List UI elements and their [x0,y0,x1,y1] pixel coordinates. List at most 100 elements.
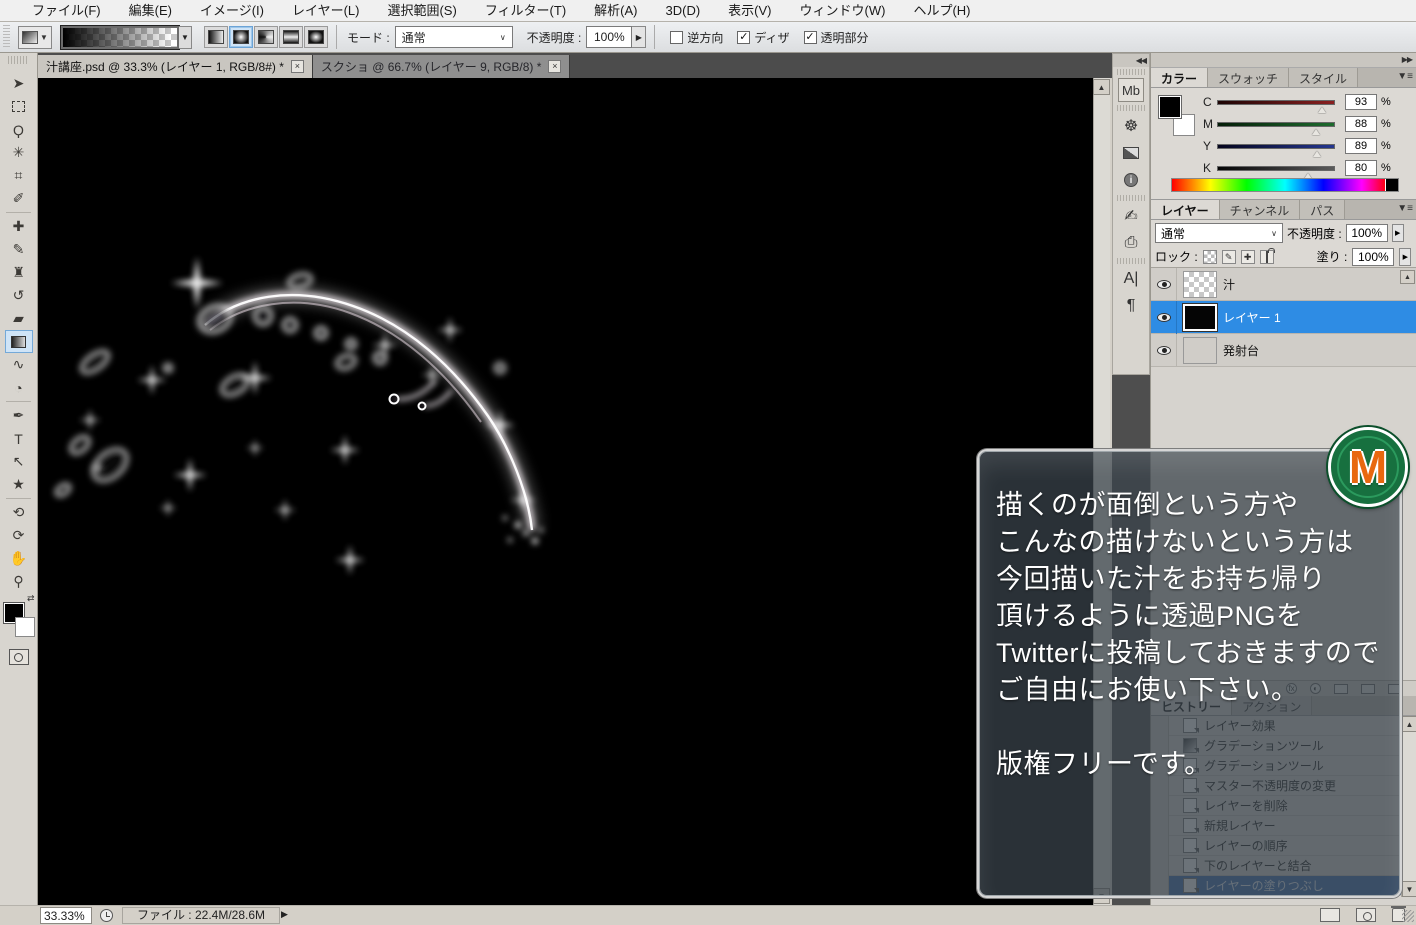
histogram-panel-icon[interactable] [1118,141,1144,165]
history-scrollbar[interactable]: ▲ ▼ [1401,716,1416,897]
zoom-level-input[interactable]: 33.33% [40,907,92,924]
tab-styles[interactable]: スタイル [1289,68,1358,87]
blend-mode-select[interactable]: 通常 ∨ [395,26,513,48]
menu-layer[interactable]: レイヤー(L) [278,0,374,22]
menu-analysis[interactable]: 解析(A) [580,0,651,22]
clone-source-panel-icon[interactable]: ⎙ [1118,231,1144,255]
dock-grip[interactable] [1117,195,1145,201]
menu-select[interactable]: 選択範囲(S) [373,0,470,22]
foreground-color-swatch[interactable] [1159,96,1181,118]
status-options-arrow[interactable]: ▶ [281,909,288,920]
tab-color[interactable]: カラー [1151,68,1208,87]
transparency-checkbox[interactable]: ✓ [804,31,817,44]
close-icon[interactable]: × [291,60,304,73]
layer-row-juice[interactable]: 汁 [1151,268,1416,301]
canvas[interactable] [38,78,1093,905]
layer-fill-input[interactable]: 100% [1352,248,1394,266]
history-brush-tool[interactable]: ↺ [5,284,33,307]
healing-brush-tool[interactable]: ✚ [5,215,33,238]
menu-edit[interactable]: 編集(E) [115,0,186,22]
cyan-slider-thumb[interactable] [1318,107,1326,113]
reverse-checkbox[interactable] [670,31,683,44]
eraser-tool[interactable]: ▰ [5,307,33,330]
opacity-slider-arrow[interactable]: ▶ [632,26,646,48]
smudge-tool[interactable]: ∿ [5,353,33,376]
layer-blend-mode-select[interactable]: 通常 ∨ [1155,223,1283,243]
visibility-cell[interactable] [1151,268,1177,301]
menu-3d[interactable]: 3D(D) [652,0,715,22]
menu-view[interactable]: 表示(V) [714,0,785,22]
marquee-tool[interactable] [5,95,33,118]
scroll-up-button[interactable]: ▲ [1093,79,1110,95]
cyan-value[interactable]: 93 [1345,94,1377,110]
visibility-cell[interactable] [1151,334,1177,367]
zoom-tool[interactable]: ⚲ [5,570,33,593]
dock-grip[interactable] [1117,69,1145,75]
options-bar-grip[interactable] [3,25,10,49]
linear-gradient-button[interactable] [204,26,228,48]
gradient-preview[interactable] [61,26,179,49]
toolbar-grip[interactable] [8,56,29,64]
magic-wand-tool[interactable]: ✳ [5,141,33,164]
panel-menu-icon[interactable]: ▼≡ [1397,71,1413,82]
reverse-checkbox-group[interactable]: 逆方向 [670,29,723,46]
new-snapshot-button[interactable] [1356,908,1376,922]
collapse-panels-button[interactable]: ▶▶ [1151,53,1416,68]
tab-swatches[interactable]: スウォッチ [1208,68,1289,87]
brush-tool[interactable]: ✎ [5,238,33,261]
panel-menu-icon[interactable]: ▼≡ [1397,203,1413,214]
color-spectrum-ramp[interactable] [1171,178,1399,192]
window-resize-grip[interactable] [1402,910,1414,922]
document-tab-inactive[interactable]: スクショ @ 66.7% (レイヤー 9, RGB/8) * × [313,55,571,78]
menu-window[interactable]: ウィンドウ(W) [786,0,900,22]
eyedropper-tool[interactable]: ✐ [5,187,33,210]
navigator-panel-icon[interactable]: ☸ [1118,114,1144,138]
clone-stamp-tool[interactable]: ♜ [5,261,33,284]
close-icon[interactable]: × [548,60,561,73]
layer-opacity-arrow[interactable]: ▶ [1392,224,1404,242]
dock-grip[interactable] [1117,105,1145,111]
scroll-up-button[interactable]: ▲ [1402,716,1416,732]
layer-row-layer1-selected[interactable]: レイヤー 1 [1151,301,1416,334]
paragraph-panel-icon[interactable]: ¶ [1118,294,1144,318]
swap-colors-icon[interactable]: ⇄ [27,593,35,604]
yellow-value[interactable]: 89 [1345,138,1377,154]
opacity-input[interactable]: 100% [586,26,632,48]
black-value[interactable]: 80 [1345,160,1377,176]
magenta-slider[interactable] [1217,122,1335,127]
magenta-value[interactable]: 88 [1345,116,1377,132]
layer-thumbnail[interactable] [1183,271,1217,298]
angle-gradient-button[interactable] [254,26,278,48]
3d-rotate-tool[interactable]: ⟲ [5,501,33,524]
menu-image[interactable]: イメージ(I) [186,0,278,22]
path-selection-tool[interactable]: ↖ [5,450,33,473]
quick-mask-button[interactable] [9,649,29,665]
radial-gradient-button[interactable] [229,26,253,48]
tab-layers[interactable]: レイヤー [1151,200,1220,219]
lock-transparency-icon[interactable] [1203,250,1217,264]
info-panel-icon[interactable]: i [1118,168,1144,192]
black-slider[interactable] [1217,166,1335,171]
tool-presets-panel-icon[interactable]: ✍ [1118,204,1144,228]
tool-preset-picker[interactable]: ▼ [18,26,52,49]
crop-tool[interactable]: ⌗ [5,164,33,187]
lock-all-icon[interactable] [1260,250,1274,264]
mini-bridge-panel-icon[interactable]: Mb [1118,78,1144,102]
cyan-slider[interactable] [1217,100,1335,105]
hand-tool[interactable]: ✋ [5,547,33,570]
reflected-gradient-button[interactable] [279,26,303,48]
layer-thumbnail[interactable] [1183,337,1217,364]
gradient-tool[interactable] [5,330,33,353]
dodge-tool[interactable]: ◔ [5,376,33,399]
layer-row-launchpad[interactable]: 発射台 [1151,334,1416,367]
pen-tool[interactable]: ✒ [5,404,33,427]
dither-checkbox-group[interactable]: ✓ ディザ [737,29,789,46]
3d-orbit-tool[interactable]: ⟳ [5,524,33,547]
custom-shape-tool[interactable]: ★ [5,473,33,496]
layer-fill-arrow[interactable]: ▶ [1399,248,1411,266]
background-color-swatch[interactable] [15,617,35,637]
lasso-tool[interactable]: Ϙ [5,118,33,141]
transparency-checkbox-group[interactable]: ✓ 透明部分 [804,29,869,46]
yellow-slider-thumb[interactable] [1313,151,1321,157]
new-document-from-state-button[interactable] [1320,908,1340,922]
